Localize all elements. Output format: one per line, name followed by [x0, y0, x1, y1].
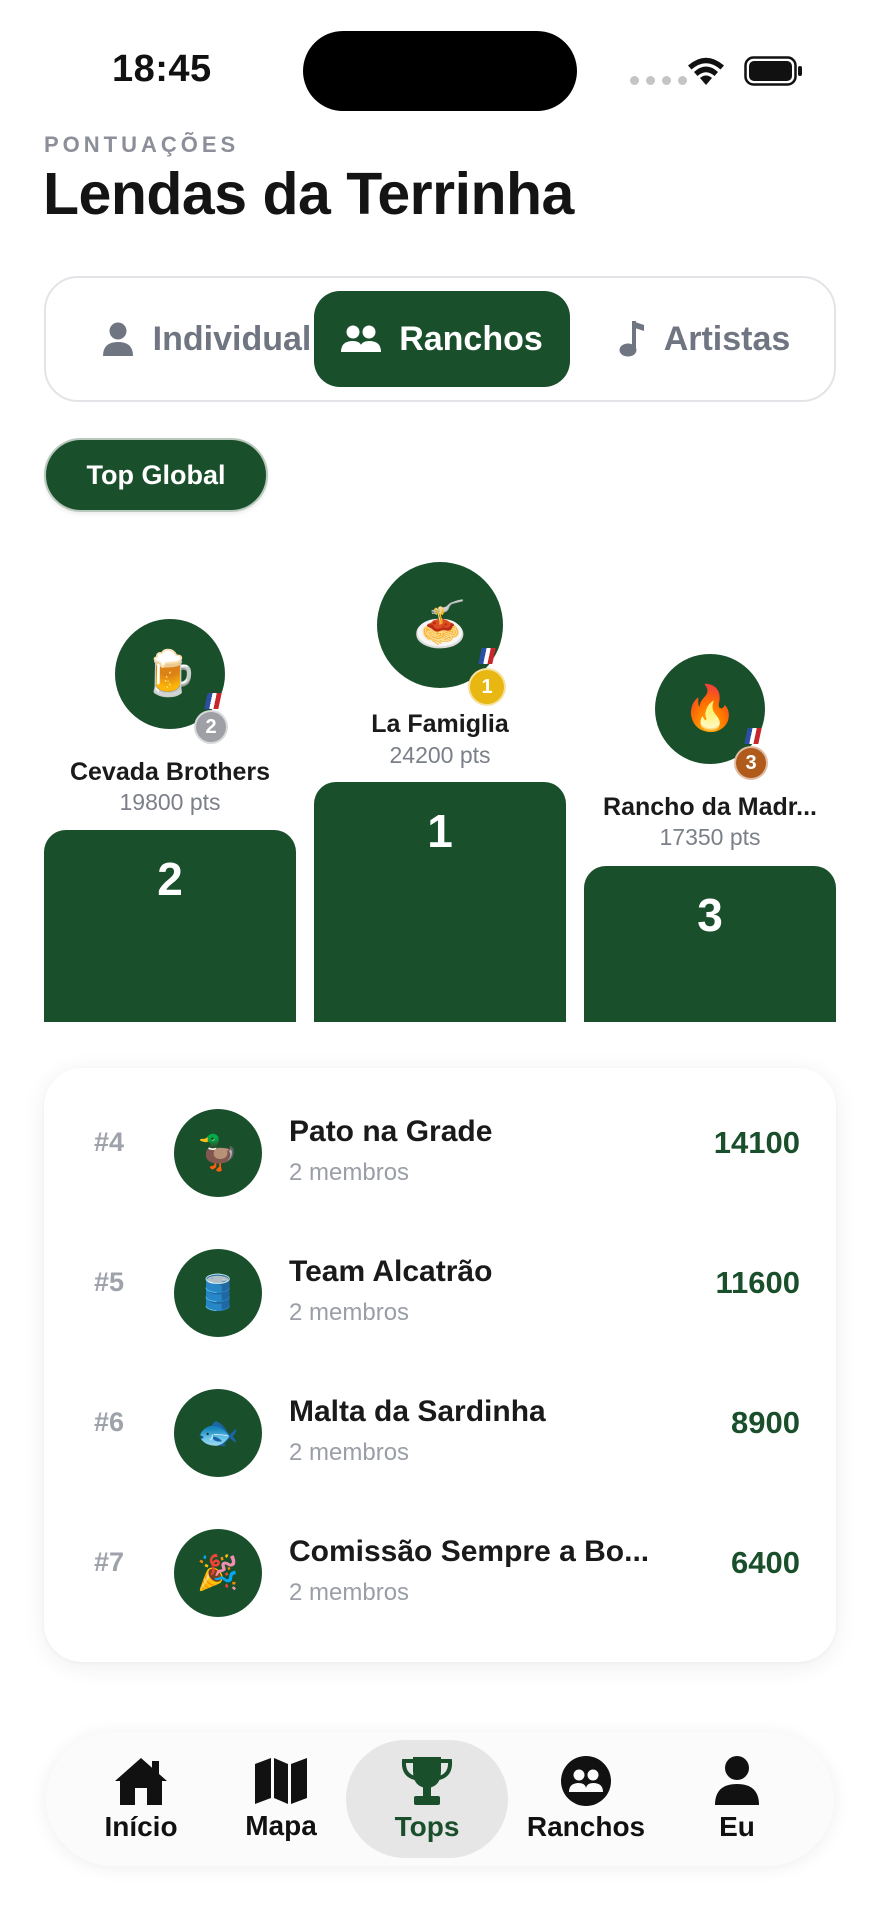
rank-number: #4 [94, 1127, 125, 1157]
podium-points-1: 24200 pts [389, 742, 491, 768]
rancho-name: Comissão Sempre a Bo... [289, 1535, 650, 1568]
tab-label: Ranchos [526, 1811, 646, 1842]
rancho-name: Pato na Grade [289, 1115, 493, 1148]
rancho-avatar: 🐟 [174, 1389, 262, 1477]
dynamic-island [303, 31, 577, 111]
rancho-emoji: 🐟 [196, 1414, 240, 1452]
rancho-score: 11600 [715, 1265, 801, 1300]
medal-ribbon [744, 728, 762, 744]
rancho-emoji: 🛢️ [196, 1274, 240, 1312]
group-icon [561, 1756, 611, 1806]
wifi-icon [688, 57, 724, 85]
medal-bronze-icon: 3 [734, 746, 768, 780]
tab-eu[interactable]: Eu [692, 1732, 782, 1866]
bottom-tab-bar: Início Mapa Tops Ranchos Eu [46, 1732, 834, 1866]
rank-number: #5 [94, 1267, 125, 1297]
tab-inicio[interactable]: Início [86, 1732, 196, 1866]
rank-number: #7 [94, 1547, 125, 1577]
podium-block-3: 3 [584, 866, 836, 1022]
ranking-row[interactable]: #7 🎉 Comissão Sempre a Bo... 2 membros 6… [44, 1503, 836, 1643]
segment-individual[interactable]: Individual [76, 291, 336, 387]
medal-silver-icon: 2 [194, 710, 228, 744]
segment-label: Artistas [663, 319, 791, 358]
segment-artistas[interactable]: Artistas [594, 291, 814, 387]
rancho-members: 2 membros [289, 1299, 410, 1326]
podium-block-1: 1 [314, 782, 566, 1022]
segment-label: Ranchos [399, 319, 543, 358]
segment-ranchos[interactable]: Ranchos [314, 291, 570, 387]
rancho-score: 14100 [713, 1125, 800, 1160]
group-icon [341, 325, 382, 352]
rancho-name: Team Alcatrão [289, 1255, 493, 1288]
page-title: Lendas da Terrinha [43, 161, 574, 227]
segment-label: Individual [152, 319, 312, 358]
rancho-emoji: 🎉 [196, 1554, 240, 1592]
rancho-score: 6400 [731, 1545, 800, 1580]
rancho-members: 2 membros [289, 1579, 410, 1606]
rancho-emoji: 🦆 [196, 1134, 240, 1172]
podium-name-1: La Famiglia [371, 710, 509, 738]
rancho-name: Malta da Sardinha [289, 1395, 546, 1428]
rancho-avatar: 🛢️ [174, 1249, 262, 1337]
filter-chip-top-global[interactable]: Top Global [44, 438, 268, 512]
status-time: 18:45 [112, 48, 212, 90]
map-icon [255, 1758, 307, 1804]
podium-name-2: Cevada Brothers [69, 758, 271, 786]
medal-ribbon [478, 648, 496, 664]
podium-points-2: 19800 pts [119, 789, 221, 815]
podium-points-3: 17350 pts [659, 824, 761, 850]
rancho-avatar: 🦆 [174, 1109, 262, 1197]
tab-label: Mapa [245, 1810, 317, 1841]
tab-mapa[interactable]: Mapa [226, 1732, 336, 1866]
rancho-avatar: 🎉 [174, 1529, 262, 1617]
podium-name-3: Rancho da Madr... [603, 793, 817, 821]
tab-label: Início [104, 1811, 178, 1842]
music-note-icon [619, 321, 644, 357]
rancho-emoji: 🔥 [682, 684, 738, 733]
rancho-members: 2 membros [289, 1159, 410, 1186]
podium-block-2: 2 [44, 830, 296, 1022]
ranking-row[interactable]: #4 🦆 Pato na Grade 2 membros 14100 [44, 1083, 836, 1223]
home-icon [115, 1758, 167, 1805]
medal-ribbon [204, 693, 222, 709]
leaderboard-segmented-control: Individual Ranchos Artistas [44, 276, 836, 402]
tab-tops[interactable]: Tops [366, 1732, 488, 1866]
medal-gold-icon: 1 [468, 668, 506, 706]
person-icon [715, 1756, 759, 1805]
rancho-emoji: 🍺 [142, 649, 198, 698]
person-icon [102, 322, 133, 356]
tab-ranchos[interactable]: Ranchos [524, 1732, 648, 1866]
rancho-emoji: 🍝 [412, 600, 468, 649]
ranking-row[interactable]: #5 🛢️ Team Alcatrão 2 membros 11600 [44, 1223, 836, 1363]
ranking-row[interactable]: #6 🐟 Malta da Sardinha 2 membros 8900 [44, 1363, 836, 1503]
ranking-list-card: #4 🦆 Pato na Grade 2 membros 14100 #5 🛢️… [44, 1068, 836, 1662]
tab-label: Tops [394, 1811, 460, 1842]
cellular-signal-icon [630, 76, 687, 85]
rancho-members: 2 membros [289, 1439, 410, 1466]
tab-label: Eu [719, 1811, 755, 1842]
rank-number: #6 [94, 1407, 125, 1437]
rancho-score: 8900 [731, 1405, 800, 1440]
trophy-icon [401, 1757, 453, 1805]
battery-icon [744, 56, 802, 86]
section-kicker: PONTUAÇÕES [44, 132, 240, 157]
